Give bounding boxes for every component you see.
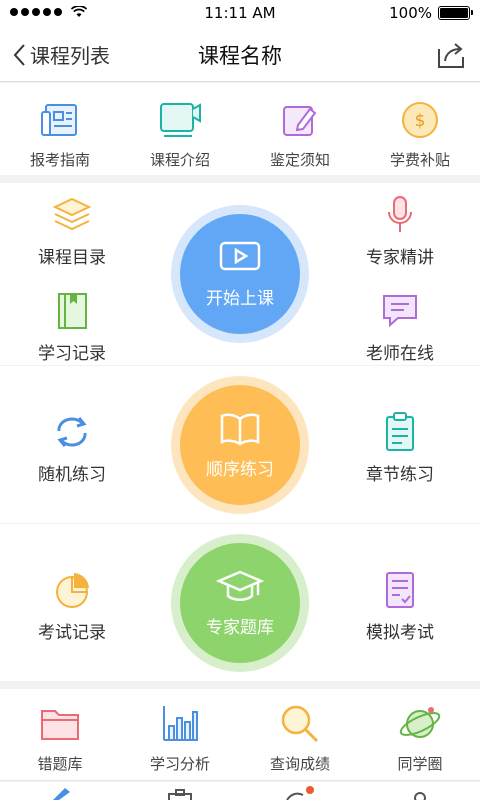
microphone-icon: [388, 196, 412, 232]
quick-link-label: 报考指南: [29, 151, 90, 169]
teacher-online-label: 老师在线: [366, 344, 434, 364]
pen-icon: [53, 788, 70, 800]
mistakes-icon: [41, 710, 79, 740]
layers-icon: [52, 197, 92, 231]
tab-briefcase[interactable]: [120, 782, 240, 800]
study-record-label: 学习记录: [38, 344, 106, 364]
expert-question-bank-button[interactable]: 专家题库: [171, 534, 309, 672]
tools-row: 错题库 学习分析 查询成绩 同学圈: [0, 689, 480, 781]
course-catalog-label: 课程目录: [38, 248, 106, 268]
battery-percent: 100%: [389, 4, 432, 22]
nav-bar: 课程列表 课程名称: [0, 28, 480, 82]
tool-label: 同学圈: [397, 755, 443, 773]
user-icon: [414, 792, 426, 800]
tab-bar: [0, 782, 480, 800]
clipboard-icon: [386, 412, 414, 451]
course-intro-icon: [160, 103, 201, 137]
share-icon: [438, 43, 464, 68]
quick-link-label: 鉴定须知: [269, 151, 330, 169]
status-bar: 11:11 AM 100%: [0, 0, 480, 28]
quick-link-notice[interactable]: 鉴定须知: [240, 83, 360, 175]
random-practice-button[interactable]: 随机练习: [0, 410, 152, 485]
tab-profile[interactable]: [360, 782, 480, 800]
chevron-left-icon: [13, 43, 25, 66]
briefcase-icon: [168, 789, 192, 800]
notice-icon: [283, 106, 317, 136]
back-button[interactable]: 课程列表: [12, 40, 110, 69]
battery-icon: [438, 6, 473, 20]
chapter-practice-button[interactable]: 章节练习: [320, 410, 480, 485]
chat-icon: [383, 295, 417, 328]
tool-label: 学习分析: [149, 755, 210, 773]
analysis-icon: [163, 706, 198, 741]
mock-exam-button[interactable]: 模拟考试: [320, 568, 480, 643]
tool-grade-query[interactable]: 查询成绩: [240, 689, 360, 780]
quick-link-label: 课程介绍: [149, 151, 210, 169]
tool-classmates[interactable]: 同学圈: [360, 689, 480, 780]
guide-icon: [41, 104, 77, 136]
practice-section: 随机练习 章节练习 顺序练习: [0, 366, 480, 523]
expert-lecture-button[interactable]: 专家精讲: [320, 193, 480, 268]
chapter-practice-label: 章节练习: [366, 465, 434, 485]
quick-link-subsidy[interactable]: $ 学费补贴: [360, 83, 480, 175]
quick-link-label: 学费补贴: [389, 151, 450, 169]
planet-icon: [399, 707, 441, 738]
tool-label: 错题库: [37, 755, 83, 773]
quick-links: 报考指南 课程介绍 鉴定须知 $ 学费补贴: [0, 83, 480, 175]
expert-lecture-label: 专家精讲: [366, 248, 434, 268]
sequential-practice-button[interactable]: 顺序练习: [171, 376, 309, 514]
search-icon: [281, 705, 319, 743]
tool-analysis[interactable]: 学习分析: [120, 689, 240, 780]
course-catalog-button[interactable]: 课程目录: [0, 193, 152, 268]
quick-link-guide[interactable]: 报考指南: [0, 83, 120, 175]
open-book-icon: [220, 413, 260, 446]
notification-icon: [286, 786, 314, 800]
mock-exam-label: 模拟考试: [366, 623, 434, 643]
start-class-label: 开始上课: [206, 288, 274, 309]
exam-record-label: 考试记录: [38, 623, 106, 643]
quick-link-course-intro[interactable]: 课程介绍: [120, 83, 240, 175]
teacher-online-button[interactable]: 老师在线: [320, 289, 480, 364]
tab-messages[interactable]: [240, 782, 360, 800]
sequential-practice-label: 顺序练习: [206, 459, 274, 480]
share-button[interactable]: [436, 40, 466, 74]
refresh-icon: [57, 417, 87, 447]
study-record-button[interactable]: 学习记录: [0, 289, 152, 364]
graduation-cap-icon: [216, 570, 264, 601]
back-label: 课程列表: [30, 44, 110, 68]
svg-text:$: $: [415, 111, 426, 131]
random-practice-label: 随机练习: [38, 465, 106, 485]
notebook-icon: [58, 293, 87, 329]
start-class-button[interactable]: 开始上课: [171, 205, 309, 343]
battery-indicator: 100%: [389, 4, 473, 22]
exam-paper-icon: [386, 572, 414, 608]
tool-mistakes[interactable]: 错题库: [0, 689, 120, 780]
course-section: 课程目录 学习记录 专家精讲 老师在线 开始上课: [0, 183, 480, 365]
expert-question-bank-label: 专家题库: [206, 617, 274, 638]
pie-chart-icon: [56, 573, 89, 608]
tab-study[interactable]: [0, 782, 120, 800]
subsidy-icon: $: [402, 102, 438, 138]
play-video-icon: [219, 241, 261, 270]
tool-label: 查询成绩: [269, 755, 330, 773]
exam-record-button[interactable]: 考试记录: [0, 568, 152, 643]
exam-section: 考试记录 模拟考试 专家题库: [0, 524, 480, 681]
